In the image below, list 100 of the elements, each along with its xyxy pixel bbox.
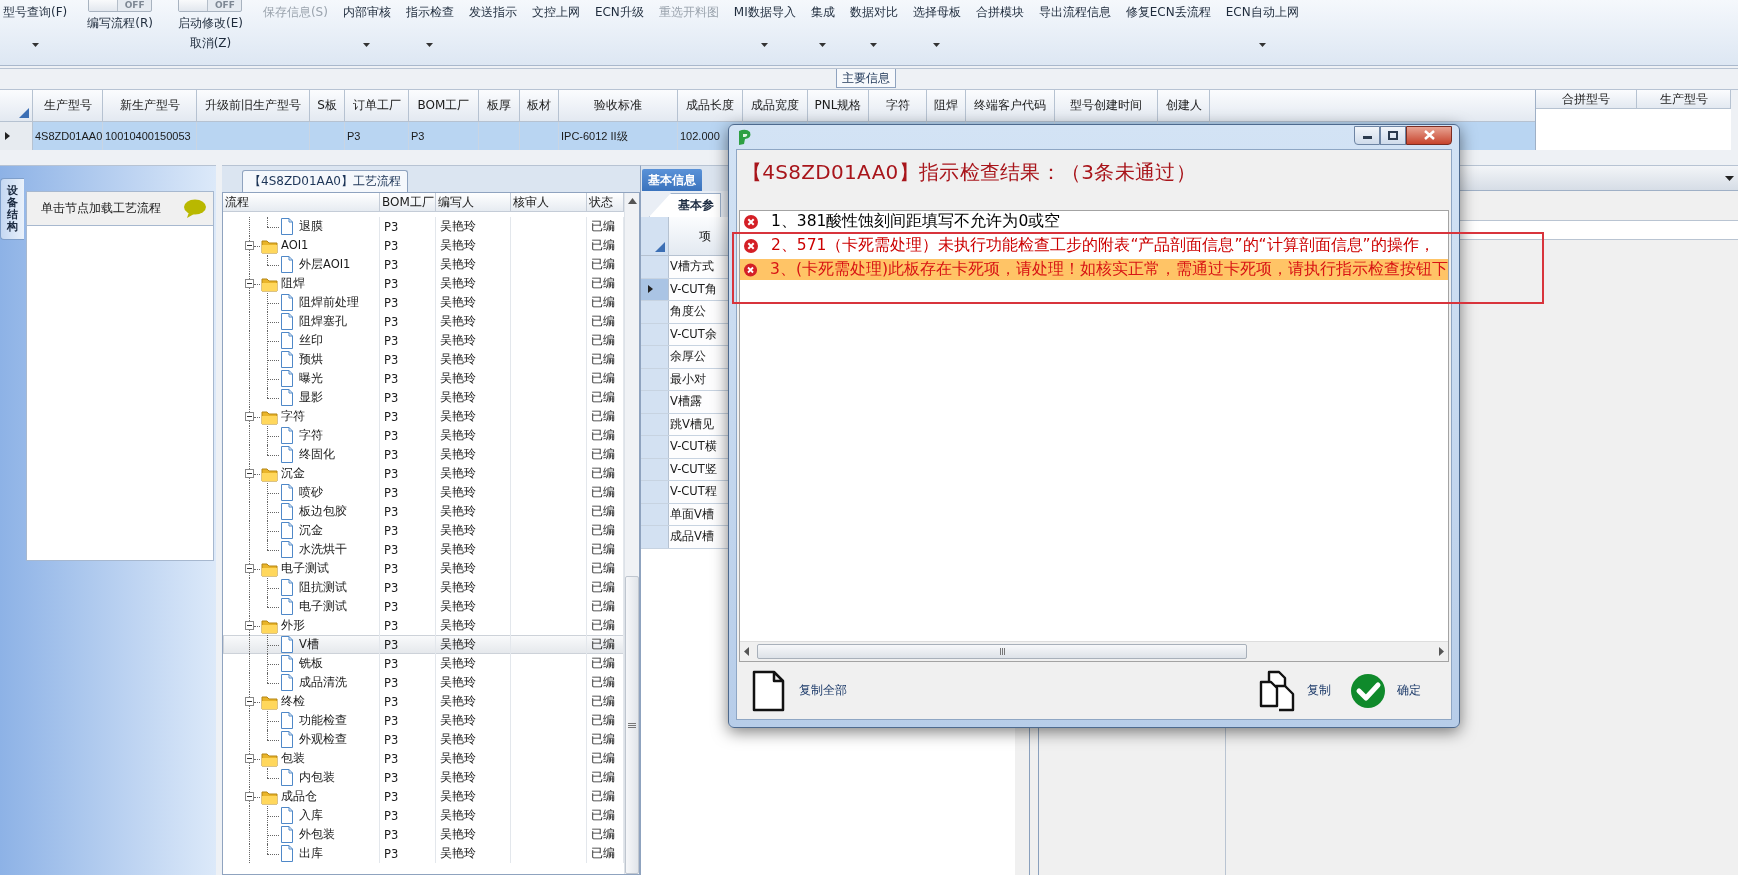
toolbar-button[interactable]: 修复ECN丢流程 <box>1122 0 1214 21</box>
tree-row[interactable]: 字符 P3 吴艳玲 已编 <box>223 407 624 426</box>
toolbar-button[interactable]: 指示检查 <box>402 0 457 47</box>
tree-row[interactable]: 丝印 P3 吴艳玲 已编 <box>223 331 624 350</box>
toolbar-button[interactable]: 选择母板 <box>909 0 964 47</box>
collapse-icon[interactable] <box>245 792 254 801</box>
collapse-icon[interactable] <box>245 412 254 421</box>
tree-row[interactable]: 字符 P3 吴艳玲 已编 <box>223 426 624 445</box>
vertical-scrollbar[interactable] <box>624 193 639 874</box>
maximize-button[interactable] <box>1380 125 1406 145</box>
tree-row[interactable]: 曝光 P3 吴艳玲 已编 <box>223 369 624 388</box>
tab[interactable]: 基本信息 <box>642 169 702 191</box>
toolbar-button[interactable]: 编写流程(R) <box>87 15 153 32</box>
collapse-icon[interactable] <box>245 621 254 630</box>
tree-row[interactable]: 沉金 P3 吴艳玲 已编 <box>223 521 624 540</box>
document-icon <box>280 427 294 444</box>
toolbar-button[interactable]: 发送指示 <box>465 0 520 21</box>
toolbar-button[interactable]: 数据对比 <box>846 0 901 47</box>
tree-row[interactable]: 包装 P3 吴艳玲 已编 <box>223 749 624 768</box>
copy-button[interactable]: 复制 <box>1259 669 1331 712</box>
toolbar-button[interactable]: MI数据导入 <box>730 0 799 47</box>
table-cell: 已编 <box>591 352 615 367</box>
table-cell: 已编 <box>591 295 615 310</box>
scrollbar-thumb[interactable] <box>757 644 1247 659</box>
grip-icon <box>999 648 1005 655</box>
tree-label: 阻焊 <box>281 276 305 291</box>
tree-row[interactable]: 功能检查 P3 吴艳玲 已编 <box>223 711 624 730</box>
tree-row[interactable]: 内包装 P3 吴艳玲 已编 <box>223 768 624 787</box>
table-cell: P3 <box>347 130 361 142</box>
horizontal-scrollbar[interactable] <box>740 641 1448 661</box>
toolbar-button[interactable]: ECN自动上网 <box>1222 0 1302 47</box>
tree-row[interactable]: 水洗烘干 P3 吴艳玲 已编 <box>223 540 624 559</box>
tree-row[interactable]: 外层AOI1 P3 吴艳玲 已编 <box>223 255 624 274</box>
scrollbar-thumb[interactable] <box>625 576 639 874</box>
table-cell: 已编 <box>591 390 615 405</box>
close-button[interactable] <box>1406 125 1452 145</box>
minimize-button[interactable] <box>1354 125 1380 145</box>
tree-row[interactable]: 终固化 P3 吴艳玲 已编 <box>223 445 624 464</box>
toolbar-button[interactable]: 文控上网 <box>528 0 583 21</box>
table-cell: P3 <box>384 466 399 481</box>
tree-row[interactable]: 阻焊塞孔 P3 吴艳玲 已编 <box>223 312 624 331</box>
tree-row[interactable]: 铣板 P3 吴艳玲 已编 <box>223 654 624 673</box>
tree-row[interactable]: 终检 P3 吴艳玲 已编 <box>223 692 624 711</box>
collapse-icon[interactable] <box>245 697 254 706</box>
toolbar-button[interactable]: 集成 <box>807 0 838 47</box>
collapse-icon[interactable] <box>245 564 254 573</box>
tree-row[interactable]: 电子测试 P3 吴艳玲 已编 <box>223 559 624 578</box>
tree-row[interactable]: 喷砂 P3 吴艳玲 已编 <box>223 483 624 502</box>
tree-row[interactable]: 电子测试 P3 吴艳玲 已编 <box>223 597 624 616</box>
tree-row[interactable]: 退膜 P3 吴艳玲 已编 <box>223 217 624 236</box>
table-cell: 吴艳玲 <box>440 770 476 785</box>
toolbar-button[interactable]: 型号查询(F) <box>0 0 71 47</box>
tree-row[interactable]: 阻焊前处理 P3 吴艳玲 已编 <box>223 293 624 312</box>
table-cell: P3 <box>384 770 399 785</box>
tree-label: 丝印 <box>299 333 323 348</box>
side-tab[interactable]: 设备结构 <box>0 178 24 240</box>
toolbar-button[interactable]: 导出流程信息 <box>1035 0 1114 21</box>
document-icon <box>280 655 294 672</box>
tree-row[interactable]: 板边包胶 P3 吴艳玲 已编 <box>223 502 624 521</box>
folder-icon <box>261 466 278 482</box>
toolbar-button[interactable]: 合拼模块 <box>972 0 1027 21</box>
tree-row[interactable]: 显影 P3 吴艳玲 已编 <box>223 388 624 407</box>
collapse-icon[interactable] <box>245 754 254 763</box>
table-cell: 吴艳玲 <box>440 371 476 386</box>
document-icon <box>280 389 294 406</box>
tree-row[interactable]: 沉金 P3 吴艳玲 已编 <box>223 464 624 483</box>
toolbar-button[interactable]: 取消(Z) <box>189 35 232 52</box>
document-icon <box>280 294 294 311</box>
collapse-icon[interactable] <box>245 469 254 478</box>
tree-row[interactable]: 成品清洗 P3 吴艳玲 已编 <box>223 673 624 692</box>
ok-button[interactable]: 确定 <box>1351 673 1421 708</box>
column-header: 生产型号 <box>1659 90 1708 108</box>
table-cell: 已编 <box>591 257 615 272</box>
copy-all-button[interactable]: 复制全部 <box>752 669 847 712</box>
table-cell: P3 <box>384 371 399 386</box>
toolbar-button[interactable]: 启动修改(E) <box>177 15 243 32</box>
sub-tab[interactable]: 基本参 <box>649 193 721 217</box>
tree-row[interactable]: 预烘 P3 吴艳玲 已编 <box>223 350 624 369</box>
collapse-icon[interactable] <box>245 279 254 288</box>
result-row[interactable]: 1、381酸性蚀刻间距填写不允许为0或空 <box>740 211 1448 232</box>
toolbar-button[interactable]: ECN升级 <box>591 0 647 21</box>
collapse-icon[interactable] <box>245 241 254 250</box>
tree-row[interactable]: 阻抗测试 P3 吴艳玲 已编 <box>223 578 624 597</box>
toolbar-button[interactable]: 内部审核 <box>339 0 394 47</box>
tree-label: 曝光 <box>299 371 323 386</box>
tree-row[interactable]: 成品仓 P3 吴艳玲 已编 <box>223 787 624 806</box>
table-cell: 吴艳玲 <box>440 314 476 329</box>
tree-row[interactable]: 外观检查 P3 吴艳玲 已编 <box>223 730 624 749</box>
tree-row[interactable]: 外包装 P3 吴艳玲 已编 <box>223 825 624 844</box>
row-header[interactable] <box>641 278 669 300</box>
tree-row[interactable]: V槽 P3 吴艳玲 已编 <box>223 635 624 654</box>
tree-label: 阻抗测试 <box>299 580 347 595</box>
document-icon <box>280 579 294 596</box>
tree-row[interactable]: 出库 P3 吴艳玲 已编 <box>223 844 624 863</box>
table-cell: P3 <box>384 561 399 576</box>
caret-icon <box>31 43 39 47</box>
tree-row[interactable]: AOI1 P3 吴艳玲 已编 <box>223 236 624 255</box>
dropdown-icon[interactable] <box>1725 175 1734 181</box>
tree-row[interactable]: 阻焊 P3 吴艳玲 已编 <box>223 274 624 293</box>
tree-row[interactable]: 入库 P3 吴艳玲 已编 <box>223 806 624 825</box>
